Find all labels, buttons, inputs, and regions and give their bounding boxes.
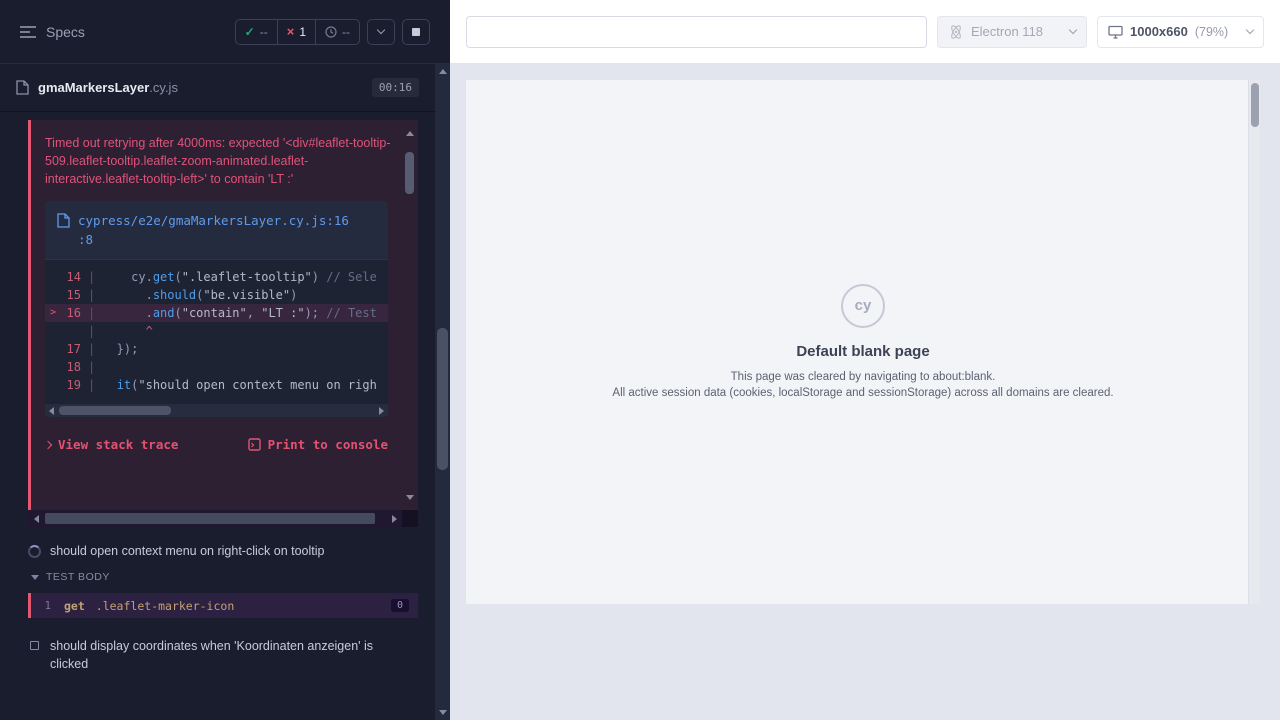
viewport-zoom: (79%)	[1195, 25, 1228, 39]
monitor-icon	[1108, 25, 1123, 39]
command-method: get	[64, 599, 85, 613]
chevron-down-icon	[31, 575, 39, 580]
spec-file-icon	[16, 80, 29, 95]
test-stats: ✓ -- × 1 --	[235, 19, 360, 45]
pending-count: --	[342, 25, 350, 39]
scrollbar-thumb[interactable]	[1251, 83, 1259, 127]
app-window: Specs ✓ -- × 1 --	[0, 0, 1280, 720]
blank-page-line2: All active session data (cookies, localS…	[612, 385, 1113, 401]
code-line: 14| cy.get(".leaflet-tooltip") // Sele	[45, 268, 388, 286]
runner-canvas: cy Default blank page This page was clea…	[450, 64, 1280, 720]
pending-box-icon	[30, 641, 39, 650]
current-line-arrow: >	[50, 304, 56, 322]
command-log-row[interactable]: 1 get .leaflet-marker-icon 0	[28, 593, 418, 618]
scroll-up-arrow[interactable]	[403, 126, 417, 140]
test-body-section[interactable]: TEST BODY	[31, 571, 110, 583]
spec-duration: 00:16	[372, 78, 419, 97]
browser-selector[interactable]: Electron 118	[937, 16, 1087, 48]
stat-pending: --	[315, 20, 359, 44]
code-frame: cypress/e2e/gmaMarkersLayer.cy.js:16:8 1…	[45, 201, 388, 417]
view-stack-trace-link[interactable]: View stack trace	[45, 437, 178, 452]
scroll-up-arrow[interactable]	[435, 64, 450, 79]
reporter-header: Specs ✓ -- × 1 --	[0, 0, 450, 64]
test-item-running[interactable]: should open context menu on right-click …	[0, 542, 425, 560]
scrollbar-thumb[interactable]	[405, 152, 414, 194]
runner-header: Electron 118 1000x660 (79%)	[450, 0, 1280, 64]
code-frame-file-link[interactable]: cypress/e2e/gmaMarkersLayer.cy.js:16:8	[78, 211, 354, 249]
code-file-icon	[57, 213, 70, 228]
reporter-sidebar: Specs ✓ -- × 1 --	[0, 0, 450, 720]
code-lines: 14| cy.get(".leaflet-tooltip") // Sele15…	[45, 260, 388, 404]
print-to-console-label: Print to console	[268, 437, 388, 452]
test-title: should display coordinates when 'Koordin…	[50, 637, 395, 673]
spec-header[interactable]: gmaMarkersLayer.cy.js 00:16	[0, 64, 435, 112]
browser-label: Electron 118	[971, 24, 1043, 39]
code-line: | ^	[45, 322, 388, 340]
spec-extension: .cy.js	[149, 80, 178, 95]
spec-name: gmaMarkersLayer	[38, 80, 149, 95]
command-count-badge: 0	[391, 599, 409, 612]
failed-x-icon: ×	[287, 24, 295, 39]
chevron-right-icon	[44, 440, 52, 448]
chevron-down-icon	[1246, 26, 1254, 34]
electron-icon	[948, 24, 964, 40]
error-horizontal-scrollbar[interactable]	[28, 510, 418, 527]
error-message: Timed out retrying after 4000ms: expecte…	[45, 134, 392, 188]
command-number: 1	[31, 600, 51, 612]
test-title: should open context menu on right-click …	[50, 542, 324, 560]
blank-page-line1: This page was cleared by navigating to a…	[731, 369, 996, 385]
scrollbar-corner	[402, 510, 418, 527]
runner-pane: Electron 118 1000x660 (79%) cy Default b…	[450, 0, 1280, 720]
chevron-down-icon	[1069, 26, 1077, 34]
aut-iframe: cy Default blank page This page was clea…	[466, 80, 1260, 604]
stat-passed: ✓ --	[236, 20, 277, 44]
scroll-down-arrow[interactable]	[403, 490, 417, 504]
blank-page-title: Default blank page	[796, 343, 929, 360]
stat-failed: × 1	[277, 20, 315, 44]
print-to-console-link[interactable]: Print to console	[248, 437, 388, 452]
code-horizontal-scrollbar[interactable]	[45, 404, 388, 417]
console-icon	[248, 438, 261, 451]
viewport-size: 1000x660	[1130, 24, 1188, 39]
url-input[interactable]	[466, 16, 927, 48]
error-actions: View stack trace Print to console	[45, 437, 388, 452]
view-stack-trace-label: View stack trace	[58, 437, 178, 452]
test-body-label: TEST BODY	[46, 571, 110, 583]
spinner-icon	[28, 545, 41, 558]
code-line: 15| .should("be.visible")	[45, 286, 388, 304]
test-item-pending[interactable]: should display coordinates when 'Koordin…	[0, 637, 420, 673]
error-vertical-scrollbar[interactable]	[403, 126, 417, 504]
scrollbar-thumb[interactable]	[45, 513, 375, 524]
command-message: .leaflet-marker-icon	[96, 599, 391, 613]
scroll-left-arrow[interactable]	[45, 404, 58, 417]
stop-button[interactable]	[402, 19, 430, 45]
passed-count: --	[260, 25, 268, 39]
scroll-right-arrow[interactable]	[386, 510, 402, 527]
page-scrollbar[interactable]	[1248, 80, 1260, 604]
cypress-logo: cy	[841, 284, 885, 328]
pending-clock-icon	[325, 26, 337, 38]
code-line: 18|	[45, 358, 388, 376]
specs-menu-icon[interactable]	[20, 26, 36, 38]
scrollbar-thumb[interactable]	[59, 406, 171, 415]
viewport-selector[interactable]: 1000x660 (79%)	[1097, 16, 1264, 48]
chevron-down-icon	[377, 26, 385, 34]
scroll-down-arrow[interactable]	[435, 705, 450, 720]
collapse-button[interactable]	[367, 19, 395, 45]
passed-check-icon: ✓	[245, 25, 255, 39]
code-line: 17| });	[45, 340, 388, 358]
error-panel: Timed out retrying after 4000ms: expecte…	[28, 120, 418, 510]
code-line: 19| it("should open context menu on righ	[45, 376, 388, 394]
scroll-right-arrow[interactable]	[375, 404, 388, 417]
specs-title: Specs	[46, 24, 85, 40]
code-line: >16| .and("contain", "LT :"); // Test	[45, 304, 388, 322]
scroll-left-arrow[interactable]	[28, 510, 44, 527]
stop-icon	[412, 28, 420, 36]
scrollbar-thumb[interactable]	[437, 328, 448, 470]
sidebar-scrollbar[interactable]	[435, 64, 450, 720]
failed-count: 1	[299, 25, 306, 39]
code-frame-header: cypress/e2e/gmaMarkersLayer.cy.js:16:8	[45, 201, 388, 260]
